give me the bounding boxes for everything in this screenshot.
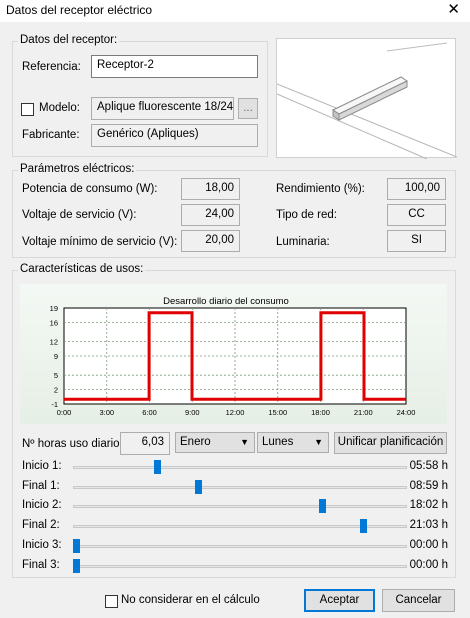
voltaje-field[interactable]: 24,00 — [181, 204, 240, 226]
time-slider-value: 08:59 h — [409, 479, 448, 492]
consumption-chart: Desarrollo diario del consumo 19 16 12 9 5 2-… — [20, 284, 447, 424]
time-slider-row: Final 2: 21:03 h — [22, 517, 452, 535]
time-slider-thumb[interactable] — [195, 479, 203, 494]
fluorescent-fixture-illustration — [276, 42, 458, 160]
time-slider-thumb[interactable] — [360, 519, 368, 534]
time-slider-row: Final 1: 08:59 h — [22, 478, 452, 496]
time-slider-value: 05:58 h — [409, 460, 448, 472]
modelo-label: Modelo: — [39, 102, 80, 114]
mes-select-value: Enero — [180, 436, 211, 448]
referencia-input[interactable]: Receptor-2 — [91, 55, 258, 78]
usos-group-title: Características de usos: — [18, 263, 146, 275]
x-tick-label: 12:00 — [226, 408, 245, 417]
no-considerar-checkbox[interactable] — [105, 595, 118, 608]
x-tick-label: 21:00 — [354, 408, 373, 417]
rendimiento-field[interactable]: 100,00 — [387, 178, 446, 200]
time-slider-track[interactable] — [73, 505, 407, 509]
time-slider-row: Inicio 1: 05:58 h — [22, 458, 452, 476]
x-tick-label: 24:00 — [397, 408, 416, 417]
time-slider-value: 00:00 h — [409, 558, 448, 571]
consumption-chart-svg: Desarrollo diario del consumo 191612952-… — [50, 296, 416, 417]
electricos-group-title: Parámetros eléctricos: — [18, 163, 137, 175]
y-tick-label: 2 — [54, 386, 58, 395]
tipo-red-label: Tipo de red: — [276, 209, 337, 221]
chevron-down-icon: ▼ — [240, 437, 249, 447]
chevron-down-icon: ▼ — [314, 437, 323, 447]
browse-modelo-button[interactable]: ... — [238, 98, 258, 119]
x-tick-label: 15:00 — [268, 408, 287, 417]
time-slider-label: Inicio 3: — [22, 538, 62, 551]
dia-select-value: Lunes — [262, 436, 294, 448]
time-slider-row: Final 3: 00:00 h — [22, 557, 452, 575]
close-icon[interactable]: ✕ — [447, 1, 460, 19]
modelo-checkbox[interactable] — [21, 103, 34, 116]
title-bar: Datos del receptor eléctrico ✕ — [0, 0, 470, 22]
y-tick-label: 5 — [54, 371, 58, 380]
fabricante-field: Genérico (Apliques) — [91, 124, 258, 147]
time-slider-label: Inicio 1: — [22, 460, 62, 472]
window-title: Datos del receptor eléctrico — [6, 3, 153, 17]
horas-uso-label: Nº horas uso diario: — [22, 438, 123, 450]
voltaje-minimo-label: Voltaje mínimo de servicio (V): — [22, 236, 178, 248]
chart-title: Desarrollo diario del consumo — [163, 296, 289, 307]
x-tick-label: 3:00 — [99, 408, 114, 417]
time-slider-row: Inicio 2: 18:02 h — [22, 497, 452, 515]
time-slider-thumb[interactable] — [318, 499, 326, 514]
aceptar-button[interactable]: Aceptar — [304, 589, 375, 612]
unificar-planificacion-button[interactable]: Unificar planificación — [334, 432, 447, 454]
no-considerar-label: No considerar en el cálculo — [121, 594, 260, 606]
model-preview — [276, 38, 458, 160]
time-slider-label: Inicio 2: — [22, 499, 62, 512]
time-slider-track[interactable] — [73, 544, 407, 548]
luminaria-label: Luminaria: — [276, 236, 330, 248]
time-slider-track[interactable] — [73, 564, 407, 568]
x-tick-label: 6:00 — [142, 408, 157, 417]
x-tick-label: 0:00 — [57, 408, 72, 417]
y-tick-label: 16 — [50, 318, 58, 327]
x-tick-label: 18:00 — [311, 408, 330, 417]
time-slider-row: Inicio 3: 00:00 h — [22, 537, 452, 555]
referencia-label: Referencia: — [22, 61, 81, 73]
cancelar-button[interactable]: Cancelar — [382, 589, 455, 612]
fabricante-label: Fabricante: — [22, 129, 80, 141]
time-slider-label: Final 3: — [22, 558, 60, 571]
time-slider-track[interactable] — [73, 525, 407, 529]
x-tick-label: 9:00 — [185, 408, 200, 417]
tipo-red-field[interactable]: CC — [387, 204, 446, 226]
horas-uso-field[interactable]: 6,03 — [120, 432, 170, 455]
potencia-field[interactable]: 18,00 — [181, 178, 240, 200]
time-slider-thumb[interactable] — [72, 558, 80, 573]
time-slider-value: 21:03 h — [409, 519, 448, 532]
time-slider-track[interactable] — [73, 485, 407, 489]
time-slider-label: Final 2: — [22, 519, 60, 532]
y-tick-label: 12 — [50, 338, 58, 347]
time-slider-value: 18:02 h — [409, 499, 448, 512]
time-slider-label: Final 1: — [22, 479, 60, 492]
time-slider-thumb[interactable] — [154, 460, 162, 474]
rendimiento-label: Rendimiento (%): — [276, 183, 365, 195]
time-slider-track[interactable] — [73, 466, 407, 469]
time-slider-thumb[interactable] — [72, 538, 80, 553]
modelo-field: Aplique fluorescente 18/24 — [91, 97, 234, 120]
time-slider-value: 00:00 h — [409, 538, 448, 551]
voltaje-label: Voltaje de servicio (V): — [22, 209, 137, 221]
y-tick-label: 9 — [54, 352, 58, 361]
mes-select[interactable]: Enero ▼ — [175, 432, 255, 453]
potencia-label: Potencia de consumo (W): — [22, 183, 158, 195]
luminaria-field[interactable]: SI — [387, 230, 446, 252]
dia-select[interactable]: Lunes ▼ — [257, 432, 329, 453]
receptor-group-title: Datos del receptor: — [18, 34, 120, 46]
y-tick-label: 19 — [50, 304, 58, 313]
voltaje-minimo-field[interactable]: 20,00 — [181, 230, 240, 252]
